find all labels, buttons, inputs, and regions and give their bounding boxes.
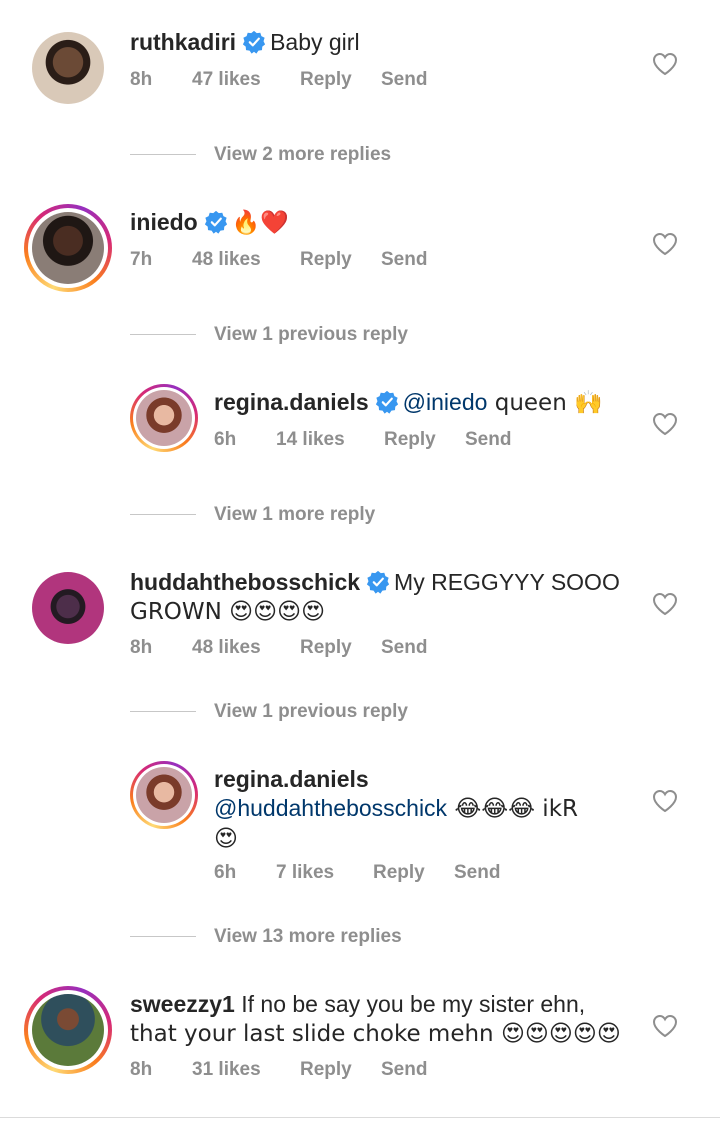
mention-link[interactable]: @iniedo — [403, 389, 488, 415]
comment-sweezzy1: sweezzy1 If no be say you be my sister e… — [0, 962, 720, 1112]
view-replies-link[interactable]: View 13 more replies — [214, 926, 402, 948]
verified-badge-icon — [375, 390, 399, 414]
comment-body: 🔥❤️ — [231, 210, 290, 236]
reply-button[interactable]: Reply — [373, 862, 425, 884]
likes-count[interactable]: 31 likes — [192, 1059, 261, 1081]
comment-body-line2: that your last slide choke mehn 😍😍😍😍😍 — [130, 1021, 621, 1047]
likes-count[interactable]: 48 likes — [192, 249, 261, 271]
reply-button[interactable]: Reply — [300, 637, 352, 659]
verified-badge-icon — [366, 570, 390, 594]
avatar-story-ring[interactable] — [24, 204, 112, 292]
view-replies-divider — [130, 334, 196, 335]
view-replies-link[interactable]: View 1 more reply — [214, 504, 375, 526]
view-replies-divider — [130, 514, 196, 515]
likes-count[interactable]: 47 likes — [192, 69, 261, 91]
view-replies-divider — [130, 936, 196, 937]
comment-text: regina.daniels @iniedo queen 🙌 — [214, 388, 603, 418]
comment-body: Baby girl — [270, 29, 360, 55]
like-heart-icon[interactable] — [652, 789, 678, 813]
username[interactable]: iniedo — [130, 209, 198, 235]
view-replies-link[interactable]: View 1 previous reply — [214, 701, 408, 723]
verified-badge-icon — [204, 210, 228, 234]
reply-regina-daniels: regina.daniels @iniedo queen 🙌 6h 14 like… — [0, 360, 720, 480]
comment-text: huddahthebosschick My REGGYYY SOOO GROWN … — [130, 568, 630, 627]
comment-text: ruthkadiri Baby girl — [130, 28, 360, 57]
likes-count[interactable]: 48 likes — [192, 637, 261, 659]
reply-button[interactable]: Reply — [384, 429, 436, 451]
likes-count[interactable]: 14 likes — [276, 429, 345, 451]
comment-body-line2: 😍 — [214, 826, 238, 852]
avatar-image — [32, 32, 104, 104]
username[interactable]: ruthkadiri — [130, 29, 236, 55]
comment-body-line2: GROWN 😍😍😍😍 — [130, 599, 326, 625]
send-button[interactable]: Send — [381, 1059, 427, 1081]
timestamp: 7h — [130, 249, 153, 270]
username[interactable]: regina.daniels — [214, 766, 369, 792]
reply-regina-daniels-2: regina.daniels @huddahthebosschick 😂😂😂 i… — [0, 737, 720, 897]
view-replies-divider — [130, 154, 196, 155]
like-heart-icon[interactable] — [652, 232, 678, 256]
like-heart-icon[interactable] — [652, 52, 678, 76]
timestamp: 8h — [130, 637, 153, 658]
comment-iniedo: iniedo 🔥❤️ 7h 48 likes Reply Send — [0, 180, 720, 300]
comment-text: regina.daniels @huddahthebosschick 😂😂😂 i… — [214, 765, 634, 854]
avatar-image — [32, 212, 104, 284]
reply-button[interactable]: Reply — [300, 1059, 352, 1081]
comment-body: 😂😂😂 ikR — [447, 796, 578, 822]
like-heart-icon[interactable] — [652, 412, 678, 436]
avatar-image — [32, 994, 104, 1066]
timestamp: 6h — [214, 862, 237, 883]
avatar[interactable] — [32, 32, 104, 104]
username[interactable]: sweezzy1 — [130, 991, 235, 1017]
send-button[interactable]: Send — [381, 69, 427, 91]
avatar-story-ring[interactable] — [130, 384, 198, 452]
like-heart-icon[interactable] — [652, 1014, 678, 1038]
comment-text: iniedo 🔥❤️ — [130, 208, 289, 238]
send-button[interactable]: Send — [454, 862, 500, 884]
comment-body: If no be say you be my sister ehn, — [234, 991, 586, 1017]
comment-huddahthebosschick: huddahthebosschick My REGGYYY SOOO GROWN … — [0, 540, 720, 670]
like-heart-icon[interactable] — [652, 592, 678, 616]
send-button[interactable]: Send — [381, 249, 427, 271]
view-replies-divider — [130, 711, 196, 712]
timestamp: 6h — [214, 429, 237, 450]
reply-button[interactable]: Reply — [300, 69, 352, 91]
likes-count[interactable]: 7 likes — [276, 862, 334, 884]
view-replies-link[interactable]: View 1 previous reply — [214, 324, 408, 346]
bottom-divider — [0, 1117, 720, 1118]
send-button[interactable]: Send — [465, 429, 511, 451]
mention-link[interactable]: @huddahthebosschick — [214, 795, 447, 821]
comment-ruthkadiri: ruthkadiri Baby girl 8h 47 likes Reply Se… — [0, 0, 720, 120]
username[interactable]: regina.daniels — [214, 389, 369, 415]
avatar-story-ring[interactable] — [130, 761, 198, 829]
avatar-image — [32, 572, 104, 644]
avatar[interactable] — [32, 572, 104, 644]
timestamp: 8h — [130, 69, 153, 90]
timestamp: 8h — [130, 1059, 153, 1080]
view-replies-link[interactable]: View 2 more replies — [214, 144, 391, 166]
avatar-story-ring[interactable] — [24, 986, 112, 1074]
send-button[interactable]: Send — [381, 637, 427, 659]
username[interactable]: huddahthebosschick — [130, 569, 360, 595]
comment-text: sweezzy1 If no be say you be my sister e… — [130, 990, 630, 1049]
verified-badge-icon — [242, 30, 266, 54]
avatar-image — [136, 390, 192, 446]
reply-button[interactable]: Reply — [300, 249, 352, 271]
avatar-image — [136, 767, 192, 823]
comment-body: queen 🙌 — [487, 390, 603, 416]
comment-body: My REGGYYY SOOO — [394, 569, 620, 595]
